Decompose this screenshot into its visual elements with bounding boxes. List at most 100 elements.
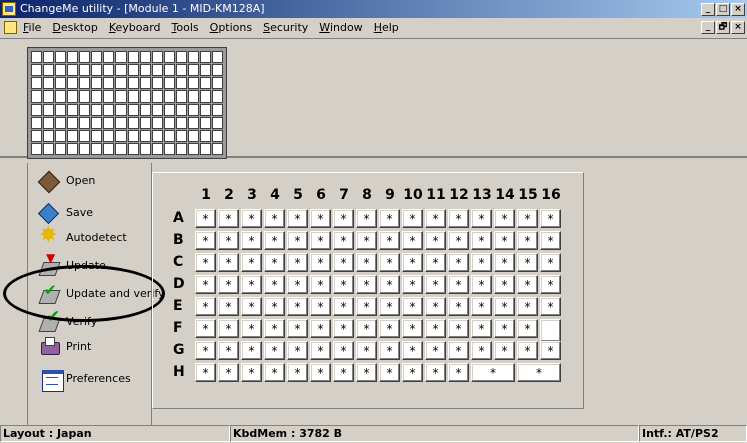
minimap-cell[interactable] (139, 142, 151, 155)
key-c6[interactable]: * (310, 253, 331, 272)
document-icon[interactable] (4, 21, 17, 34)
minimap-cell[interactable] (115, 77, 127, 90)
minimap-cell[interactable] (151, 116, 163, 129)
minimap-cell[interactable] (187, 129, 199, 142)
minimap-cell[interactable] (127, 77, 139, 90)
minimap-cell[interactable] (139, 103, 151, 116)
minimap-cell[interactable] (31, 142, 43, 155)
key-e2[interactable]: * (218, 297, 239, 316)
key-h12[interactable]: * (448, 363, 469, 382)
key-f13[interactable]: * (471, 319, 492, 338)
sidebar-item-save[interactable]: Save (38, 202, 93, 222)
key-f16-blank[interactable] (540, 319, 561, 341)
minimap-cell[interactable] (211, 90, 223, 103)
minimap-cell[interactable] (199, 129, 211, 142)
key-c11[interactable]: * (425, 253, 446, 272)
minimap-cell[interactable] (79, 51, 91, 64)
minimap-cell[interactable] (175, 90, 187, 103)
minimap-cell[interactable] (127, 51, 139, 64)
key-h15-16[interactable]: * (517, 363, 561, 382)
minimap-cell[interactable] (67, 129, 79, 142)
menu-file[interactable]: File (23, 21, 41, 34)
key-f6[interactable]: * (310, 319, 331, 338)
key-c8[interactable]: * (356, 253, 377, 272)
minimap-cell[interactable] (175, 116, 187, 129)
minimap-cell[interactable] (67, 90, 79, 103)
key-h1[interactable]: * (195, 363, 216, 382)
minimap-cell[interactable] (91, 103, 103, 116)
keyboard-minimap[interactable] (27, 47, 227, 159)
minimap-cell[interactable] (175, 103, 187, 116)
key-h11[interactable]: * (425, 363, 446, 382)
minimap-cell[interactable] (199, 64, 211, 77)
key-b6[interactable]: * (310, 231, 331, 250)
minimap-cell[interactable] (55, 64, 67, 77)
minimap-cell[interactable] (163, 142, 175, 155)
minimap-cell[interactable] (55, 51, 67, 64)
key-g13[interactable]: * (471, 341, 492, 360)
key-g2[interactable]: * (218, 341, 239, 360)
minimap-cell[interactable] (91, 64, 103, 77)
minimap-cell[interactable] (43, 116, 55, 129)
minimap-cell[interactable] (115, 142, 127, 155)
key-b1[interactable]: * (195, 231, 216, 250)
sidebar-item-open[interactable]: Open (38, 170, 95, 190)
minimap-cell[interactable] (91, 129, 103, 142)
key-h9[interactable]: * (379, 363, 400, 382)
key-d2[interactable]: * (218, 275, 239, 294)
key-d16[interactable]: * (540, 275, 561, 294)
minimap-cell[interactable] (211, 77, 223, 90)
key-f9[interactable]: * (379, 319, 400, 338)
minimap-cell[interactable] (139, 77, 151, 90)
minimap-cell[interactable] (55, 116, 67, 129)
minimap-cell[interactable] (187, 51, 199, 64)
key-c15[interactable]: * (517, 253, 538, 272)
minimap-cell[interactable] (127, 103, 139, 116)
key-h13-14[interactable]: * (471, 363, 515, 382)
key-a10[interactable]: * (402, 209, 423, 228)
key-e12[interactable]: * (448, 297, 469, 316)
minimap-cell[interactable] (139, 51, 151, 64)
key-h5[interactable]: * (287, 363, 308, 382)
key-f11[interactable]: * (425, 319, 446, 338)
key-a3[interactable]: * (241, 209, 262, 228)
minimap-cell[interactable] (127, 116, 139, 129)
key-c1[interactable]: * (195, 253, 216, 272)
key-e9[interactable]: * (379, 297, 400, 316)
close-button[interactable]: × (731, 2, 745, 16)
minimap-cell[interactable] (91, 51, 103, 64)
minimap-cell[interactable] (79, 129, 91, 142)
minimap-cell[interactable] (187, 90, 199, 103)
minimap-cell[interactable] (151, 90, 163, 103)
minimap-cell[interactable] (199, 116, 211, 129)
minimap-cell[interactable] (67, 116, 79, 129)
minimap-cell[interactable] (67, 103, 79, 116)
sidebar-item-preferences[interactable]: Preferences (38, 368, 131, 392)
minimap-cell[interactable] (103, 142, 115, 155)
minimap-cell[interactable] (187, 142, 199, 155)
minimap-cell[interactable] (151, 142, 163, 155)
key-a13[interactable]: * (471, 209, 492, 228)
minimap-cell[interactable] (139, 90, 151, 103)
key-f12[interactable]: * (448, 319, 469, 338)
minimap-cell[interactable] (151, 51, 163, 64)
minimap-cell[interactable] (31, 64, 43, 77)
key-a14[interactable]: * (494, 209, 515, 228)
minimap-cell[interactable] (211, 116, 223, 129)
key-e6[interactable]: * (310, 297, 331, 316)
minimap-cell[interactable] (31, 129, 43, 142)
minimap-cell[interactable] (55, 129, 67, 142)
menu-window[interactable]: Window (319, 21, 362, 34)
key-c4[interactable]: * (264, 253, 285, 272)
key-d12[interactable]: * (448, 275, 469, 294)
key-e1[interactable]: * (195, 297, 216, 316)
key-h2[interactable]: * (218, 363, 239, 382)
key-d10[interactable]: * (402, 275, 423, 294)
key-b16[interactable]: * (540, 231, 561, 250)
key-f15[interactable]: * (517, 319, 538, 338)
minimap-cell[interactable] (31, 103, 43, 116)
minimap-cell[interactable] (127, 90, 139, 103)
key-g3[interactable]: * (241, 341, 262, 360)
key-e14[interactable]: * (494, 297, 515, 316)
key-e4[interactable]: * (264, 297, 285, 316)
